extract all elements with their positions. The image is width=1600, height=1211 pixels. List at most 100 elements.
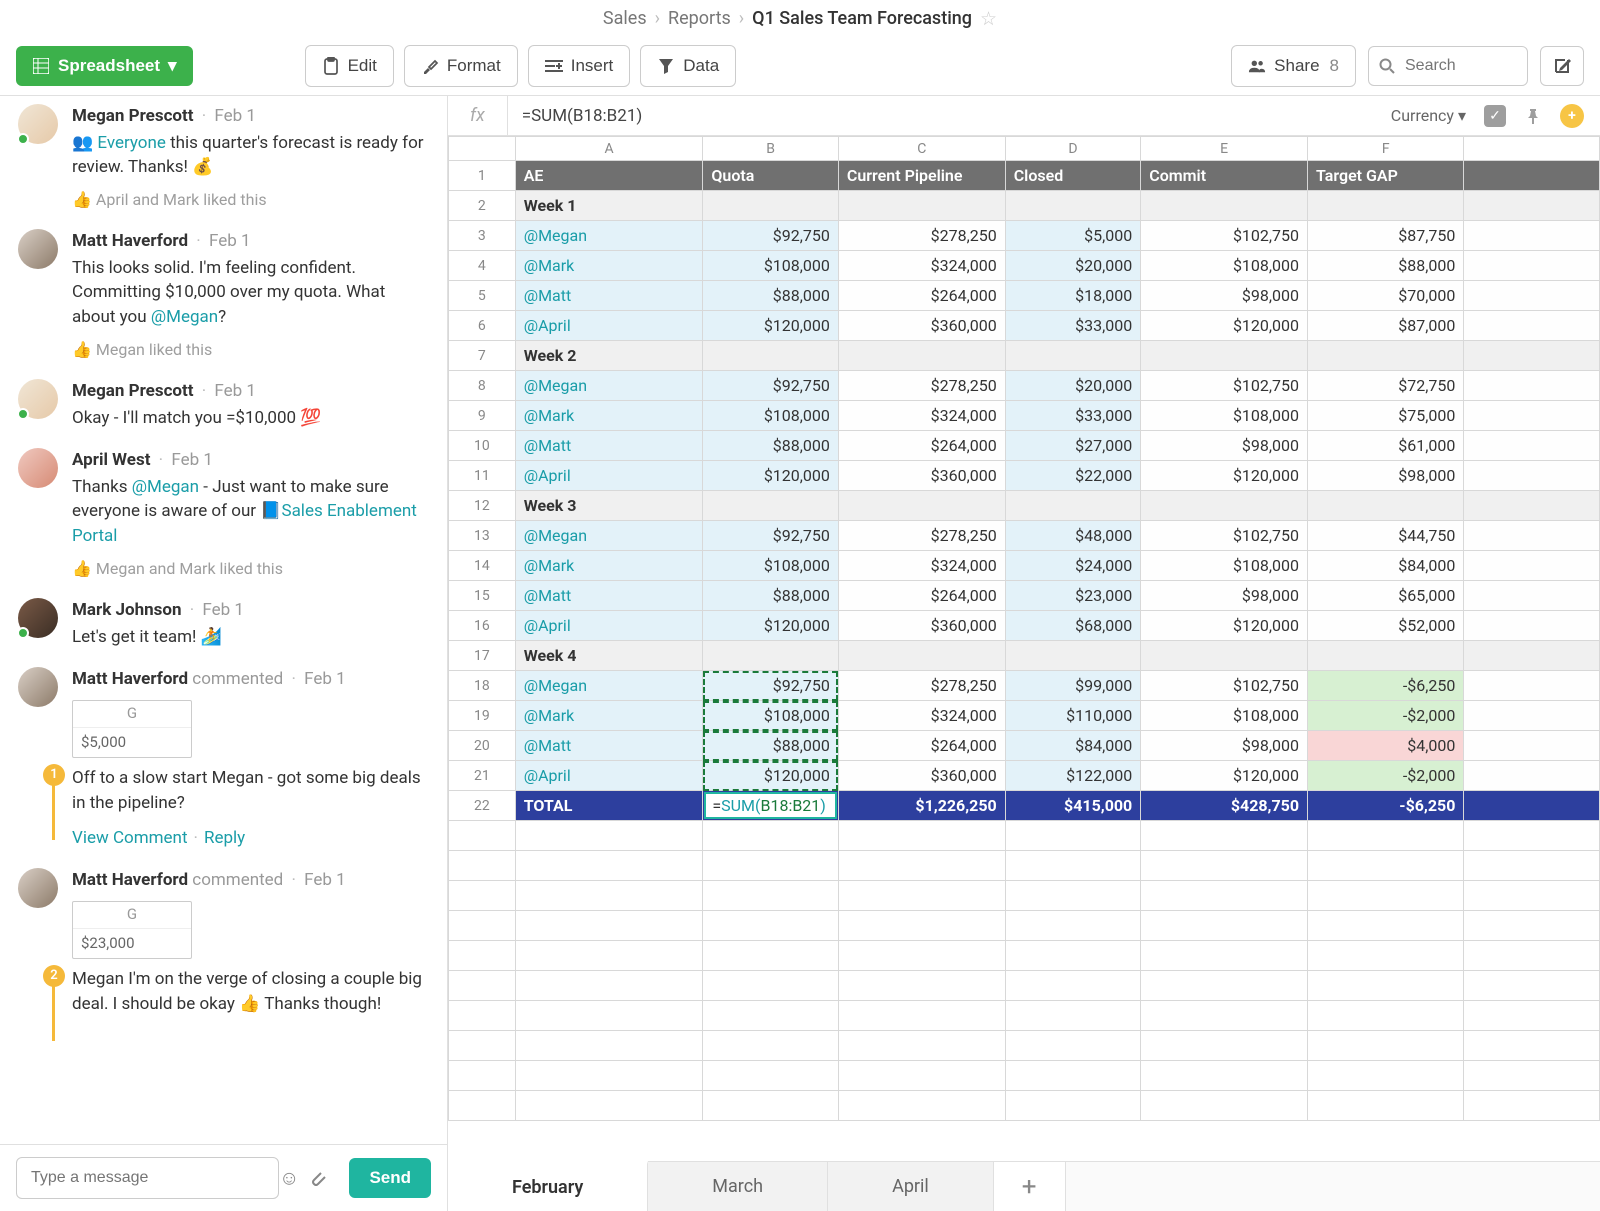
quota-cell[interactable]: $120,000 (703, 461, 839, 491)
closed-cell[interactable]: $5,000 (1005, 221, 1141, 251)
cell-reference[interactable]: G$23,000 (72, 901, 192, 960)
closed-cell[interactable]: $99,000 (1005, 671, 1141, 701)
header-cell[interactable]: Commit (1141, 161, 1308, 191)
commit-cell[interactable]: $120,000 (1141, 311, 1308, 341)
row-number[interactable]: 4 (449, 251, 516, 281)
ae-cell[interactable]: @Megan (515, 521, 703, 551)
pipeline-cell[interactable]: $278,250 (838, 671, 1005, 701)
week-label-cell[interactable]: Week 2 (515, 341, 703, 371)
quota-cell[interactable]: $120,000 (703, 611, 839, 641)
avatar[interactable] (18, 868, 58, 908)
closed-cell[interactable]: $22,000 (1005, 461, 1141, 491)
closed-cell[interactable]: $20,000 (1005, 251, 1141, 281)
sheet-tab[interactable]: February (448, 1161, 648, 1211)
total-pipeline[interactable]: $1,226,250 (838, 791, 1005, 821)
pipeline-cell[interactable]: $324,000 (838, 251, 1005, 281)
ae-cell[interactable]: @Mark (515, 401, 703, 431)
col-header[interactable]: B (703, 137, 839, 161)
avatar[interactable] (18, 229, 58, 269)
avatar[interactable] (18, 598, 58, 638)
pipeline-cell[interactable]: $264,000 (838, 731, 1005, 761)
col-header[interactable]: D (1005, 137, 1141, 161)
closed-cell[interactable]: $23,000 (1005, 581, 1141, 611)
data-button[interactable]: Data (640, 45, 736, 87)
week-label-cell[interactable]: Week 1 (515, 191, 703, 221)
edit-button[interactable]: Edit (305, 45, 394, 87)
gap-cell[interactable]: -$6,250 (1308, 671, 1464, 701)
author-name[interactable]: Matt Haverford (72, 231, 188, 251)
header-cell[interactable]: AE (515, 161, 703, 191)
closed-cell[interactable]: $110,000 (1005, 701, 1141, 731)
total-commit[interactable]: $428,750 (1141, 791, 1308, 821)
closed-cell[interactable]: $48,000 (1005, 521, 1141, 551)
commit-cell[interactable]: $98,000 (1141, 731, 1308, 761)
row-number[interactable]: 11 (449, 461, 516, 491)
closed-cell[interactable]: $68,000 (1005, 611, 1141, 641)
ae-cell[interactable]: @Matt (515, 581, 703, 611)
ae-cell[interactable]: @Mark (515, 551, 703, 581)
number-format-select[interactable]: Currency ▾ (1391, 106, 1466, 125)
commit-cell[interactable]: $102,750 (1141, 521, 1308, 551)
pipeline-cell[interactable]: $264,000 (838, 281, 1005, 311)
commit-cell[interactable]: $102,750 (1141, 671, 1308, 701)
quota-cell[interactable]: $92,750 (703, 221, 839, 251)
pipeline-cell[interactable]: $360,000 (838, 461, 1005, 491)
pipeline-cell[interactable]: $324,000 (838, 401, 1005, 431)
breadcrumb-root[interactable]: Sales (603, 8, 647, 29)
header-cell[interactable]: Target GAP (1308, 161, 1464, 191)
closed-cell[interactable]: $33,000 (1005, 311, 1141, 341)
commit-cell[interactable]: $98,000 (1141, 581, 1308, 611)
row-number[interactable]: 8 (449, 371, 516, 401)
row-number[interactable]: 2 (449, 191, 516, 221)
row-number[interactable]: 6 (449, 311, 516, 341)
author-name[interactable]: Megan Prescott (72, 381, 194, 401)
pipeline-cell[interactable]: $324,000 (838, 701, 1005, 731)
commit-cell[interactable]: $108,000 (1141, 251, 1308, 281)
pipeline-cell[interactable]: $278,250 (838, 371, 1005, 401)
ae-cell[interactable]: @Matt (515, 731, 703, 761)
ae-cell[interactable]: @Matt (515, 281, 703, 311)
view-comment-link[interactable]: View Comment (72, 828, 188, 848)
pipeline-cell[interactable]: $278,250 (838, 221, 1005, 251)
author-name[interactable]: Matt Haverford (72, 870, 188, 890)
checkbox-icon[interactable]: ✓ (1484, 105, 1506, 127)
commit-cell[interactable]: $98,000 (1141, 431, 1308, 461)
ae-cell[interactable]: @April (515, 311, 703, 341)
reaction-summary[interactable]: 👍 Megan and Mark liked this (72, 557, 429, 580)
author-name[interactable]: Matt Haverford (72, 669, 188, 689)
closed-cell[interactable]: $18,000 (1005, 281, 1141, 311)
closed-cell[interactable]: $27,000 (1005, 431, 1141, 461)
commit-cell[interactable]: $120,000 (1141, 611, 1308, 641)
pin-icon[interactable] (1524, 107, 1542, 125)
row-number[interactable]: 10 (449, 431, 516, 461)
gap-cell[interactable]: $70,000 (1308, 281, 1464, 311)
pipeline-cell[interactable]: $360,000 (838, 311, 1005, 341)
gap-cell[interactable]: $87,000 (1308, 311, 1464, 341)
quota-cell[interactable]: $88,000 (703, 431, 839, 461)
commit-cell[interactable]: $98,000 (1141, 281, 1308, 311)
commit-cell[interactable]: $108,000 (1141, 551, 1308, 581)
week-label-cell[interactable]: Week 3 (515, 491, 703, 521)
formula-input[interactable]: =SUM(B18:B21) (508, 106, 1375, 126)
spreadsheet-type-button[interactable]: Spreadsheet ▾ (16, 46, 193, 86)
row-number[interactable]: 15 (449, 581, 516, 611)
sheet-tab[interactable]: March (648, 1162, 828, 1211)
row-number[interactable]: 13 (449, 521, 516, 551)
cell-reference[interactable]: G$5,000 (72, 700, 192, 759)
author-name[interactable]: April West (72, 450, 150, 470)
row-number[interactable]: 5 (449, 281, 516, 311)
quota-cell[interactable]: $88,000 (703, 281, 839, 311)
col-header[interactable]: A (515, 137, 703, 161)
quota-cell[interactable]: $120,000 (703, 761, 839, 791)
pipeline-cell[interactable]: $360,000 (838, 611, 1005, 641)
gap-cell[interactable]: $65,000 (1308, 581, 1464, 611)
week-label-cell[interactable]: Week 4 (515, 641, 703, 671)
gap-cell[interactable]: $88,000 (1308, 251, 1464, 281)
add-comment-icon[interactable]: + (1560, 104, 1584, 128)
row-number[interactable]: 18 (449, 671, 516, 701)
quota-cell[interactable]: $108,000 (703, 401, 839, 431)
reaction-summary[interactable]: 👍 April and Mark liked this (72, 188, 429, 211)
share-button[interactable]: Share 8 (1231, 45, 1356, 87)
ae-cell[interactable]: @Megan (515, 671, 703, 701)
row-number[interactable]: 21 (449, 761, 516, 791)
